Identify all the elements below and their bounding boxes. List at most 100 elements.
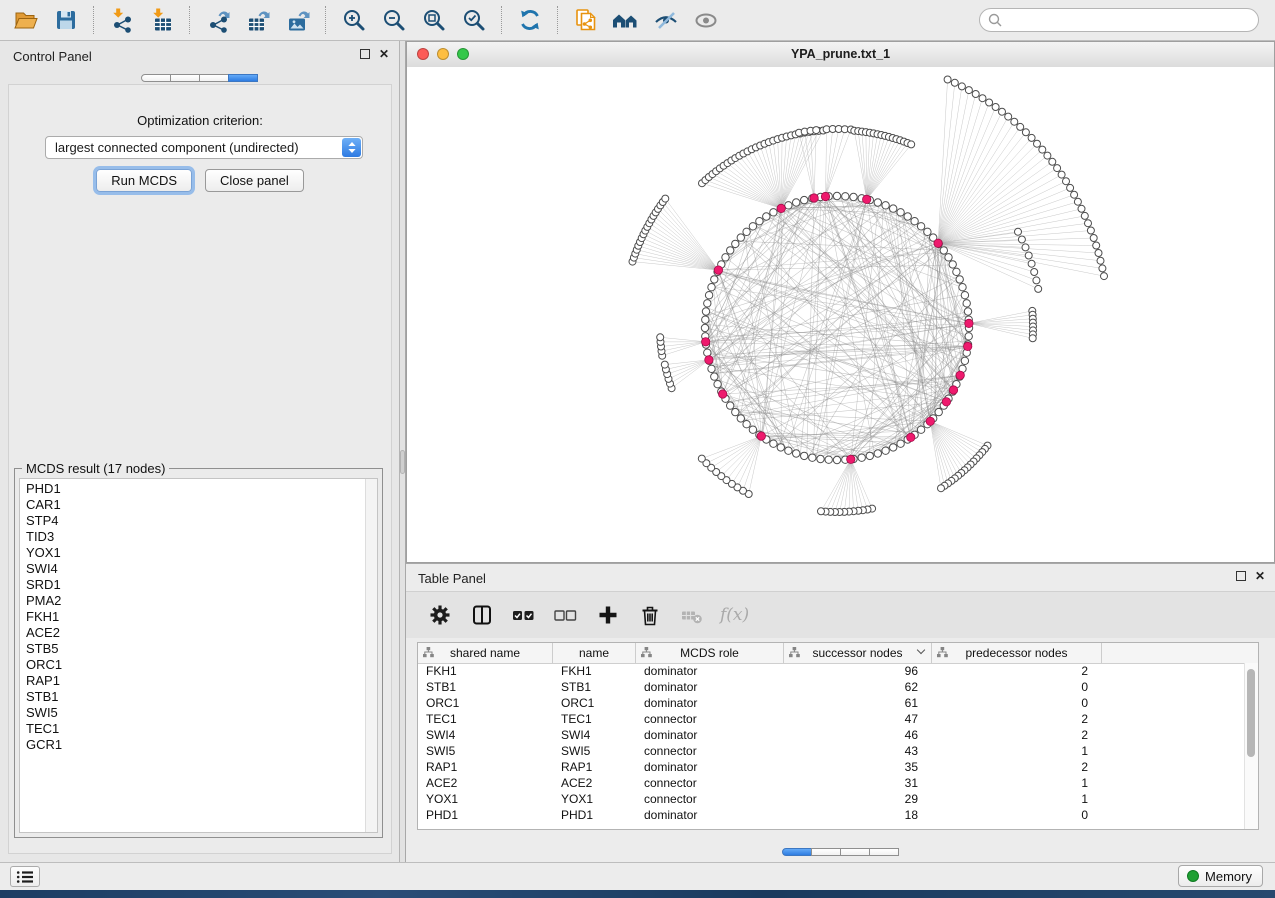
table-scrollbar[interactable] [1244,663,1258,829]
table-panel-tab[interactable] [840,848,870,856]
control-panel-tab[interactable] [170,74,200,82]
minimize-window-icon[interactable] [437,48,449,60]
table-row[interactable]: SWI4 SWI4 dominator 46 2 [418,727,1245,743]
memory-button[interactable]: Memory [1178,865,1263,887]
mcds-result-item[interactable]: CAR1 [26,497,365,513]
mcds-tab-content: Optimization criterion: largest connecte… [8,84,392,854]
zoom-fit-icon [421,7,447,33]
search-input[interactable] [1006,10,1258,30]
close-window-icon[interactable] [417,48,429,60]
cell-shared-name: YOX1 [418,792,553,806]
run-mcds-button[interactable]: Run MCDS [96,169,192,192]
optimization-criterion-label: Optimization criterion: [9,113,391,128]
table-column-header[interactable]: MCDS role [636,643,784,663]
mcds-result-item[interactable]: SWI4 [26,561,365,577]
delete-rows-button[interactable] [636,601,664,629]
close-table-panel-icon[interactable]: ✕ [1255,571,1265,581]
result-scrollbar[interactable] [365,479,377,832]
mcds-result-item[interactable]: GCR1 [26,737,365,753]
mcds-result-item[interactable]: TID3 [26,529,365,545]
cell-mcds-role: connector [636,792,784,806]
splitter-handle[interactable] [400,450,405,474]
table-row[interactable]: ACE2 ACE2 connector 31 1 [418,775,1245,791]
cell-name: SWI4 [553,728,636,742]
mcds-result-item[interactable]: FKH1 [26,609,365,625]
column-label: name [579,646,609,660]
zoom-fit-button[interactable] [414,3,454,37]
cell-predecessor-nodes: 1 [932,744,1102,758]
mcds-result-item[interactable]: STP4 [26,513,365,529]
table-row[interactable]: TEC1 TEC1 connector 47 2 [418,711,1245,727]
fx-icon: f(x) [720,605,749,625]
table-panel-tab[interactable] [811,848,841,856]
cell-shared-name: SWI4 [418,728,553,742]
table-row[interactable]: PHD1 PHD1 dominator 18 0 [418,807,1245,823]
import-table-button[interactable] [142,3,182,37]
table-row[interactable]: SWI5 SWI5 connector 43 1 [418,743,1245,759]
zoom-in-button[interactable] [334,3,374,37]
mcds-result-item[interactable]: STB1 [26,689,365,705]
refresh-button[interactable] [510,3,550,37]
mcds-result-item[interactable]: ACE2 [26,625,365,641]
table-row[interactable]: RAP1 RAP1 dominator 35 2 [418,759,1245,775]
export-image-button[interactable] [278,3,318,37]
show-panels-button[interactable] [10,866,40,887]
zoom-selected-button[interactable] [454,3,494,37]
table-column-header[interactable]: name [553,643,636,663]
network-canvas[interactable] [407,67,1274,562]
optimization-criterion-select[interactable]: largest connected component (undirected) [45,136,363,159]
table-row[interactable]: STB1 STB1 dominator 62 0 [418,679,1245,695]
table-column-header[interactable]: shared name [418,643,553,663]
mcds-result-item[interactable]: SRD1 [26,577,365,593]
export-network-button[interactable] [198,3,238,37]
table-scrollbar-thumb[interactable] [1247,669,1255,757]
sort-descending-icon[interactable] [918,647,924,653]
table-column-header[interactable]: predecessor nodes [932,643,1102,663]
mcds-result-item[interactable]: PHD1 [26,481,365,497]
mcds-result-item[interactable]: ORC1 [26,657,365,673]
control-panel-tab[interactable] [141,74,171,82]
zoom-out-button[interactable] [374,3,414,37]
table-row[interactable]: FKH1 FKH1 dominator 96 2 [418,663,1245,679]
network-window-titlebar[interactable]: YPA_prune.txt_1 [407,42,1274,68]
mcds-result-item[interactable]: RAP1 [26,673,365,689]
delete-column-button[interactable] [678,601,706,629]
clone-network-button[interactable] [566,3,606,37]
mcds-result-item[interactable]: STB5 [26,641,365,657]
control-panel-tab[interactable] [199,74,229,82]
cell-name: SWI5 [553,744,636,758]
table-row[interactable]: YOX1 YOX1 connector 29 1 [418,791,1245,807]
float-panel-icon[interactable] [360,49,370,59]
save-session-button[interactable] [46,3,86,37]
maximize-window-icon[interactable] [457,48,469,60]
network-window: YPA_prune.txt_1 [406,41,1275,563]
close-panel-icon[interactable]: ✕ [379,49,389,59]
cell-successor-nodes: 62 [784,680,932,694]
show-columns-button[interactable] [468,601,496,629]
table-header-row: shared name name MCDS role successor nod… [418,643,1258,664]
import-network-button[interactable] [102,3,142,37]
open-session-button[interactable] [6,3,46,37]
float-table-panel-icon[interactable] [1236,571,1246,581]
add-column-button[interactable] [594,601,622,629]
mcds-result-item[interactable]: YOX1 [26,545,365,561]
first-neighbors-button[interactable] [606,3,646,37]
mcds-result-item[interactable]: SWI5 [26,705,365,721]
table-settings-button[interactable] [426,601,454,629]
function-builder-button[interactable]: f(x) [720,601,749,629]
table-column-header[interactable]: successor nodes [784,643,932,663]
table-row[interactable]: ORC1 ORC1 dominator 61 0 [418,695,1245,711]
table-panel-tab[interactable] [869,848,899,856]
hide-selected-button[interactable] [646,3,686,37]
table-panel-tab[interactable] [782,848,812,856]
close-panel-button[interactable]: Close panel [205,169,304,192]
export-table-button[interactable] [238,3,278,37]
select-all-button[interactable] [510,601,538,629]
deselect-all-button[interactable] [552,601,580,629]
mcds-result-item[interactable]: TEC1 [26,721,365,737]
control-panel-tab[interactable] [228,74,258,82]
cell-mcds-role: dominator [636,696,784,710]
main-toolbar [0,0,1275,41]
mcds-result-item[interactable]: PMA2 [26,593,365,609]
show-all-button[interactable] [686,3,726,37]
